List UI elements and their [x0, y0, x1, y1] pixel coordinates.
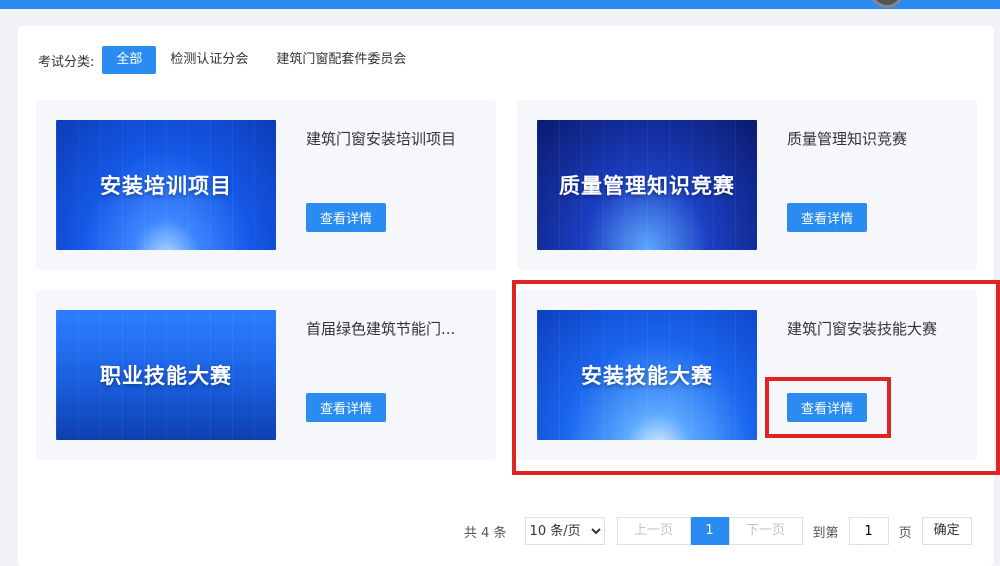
page-number-current[interactable]: 1	[690, 517, 729, 545]
pagination: 共 4 条 10 条/页 上一页 1 下一页 到第 页 确定	[464, 516, 972, 546]
view-details-button[interactable]: 查看详情	[306, 393, 386, 422]
thumbnail-text: 安装培训项目	[100, 174, 232, 198]
filter-label: 考试分类:	[38, 54, 95, 70]
card-thumbnail[interactable]: 质量管理知识竞赛	[537, 120, 757, 250]
highlight-box-button	[765, 377, 891, 438]
confirm-button[interactable]: 确定	[921, 517, 972, 545]
view-details-button[interactable]: 查看详情	[787, 203, 867, 232]
card-title[interactable]: 首届绿色建筑节能门...	[306, 318, 476, 339]
card-thumbnail[interactable]: 安装培训项目	[56, 120, 276, 250]
category-filter: 考试分类: 全部 检测认证分会 建筑门窗配套件委员会	[38, 46, 420, 74]
exam-card: 职业技能大赛 首届绿色建筑节能门... 查看详情	[36, 290, 496, 460]
view-details-button[interactable]: 查看详情	[306, 203, 386, 232]
total-count: 共 4 条	[464, 525, 507, 541]
filter-option-fittings-committee[interactable]: 建筑门窗配套件委员会	[262, 46, 420, 74]
avatar[interactable]	[870, 0, 904, 8]
next-page-button[interactable]: 下一页	[728, 517, 803, 545]
prev-page-button[interactable]: 上一页	[616, 517, 691, 545]
highlight-box-card	[512, 280, 1000, 475]
top-bar	[0, 0, 1000, 9]
goto-suffix: 页	[898, 525, 912, 541]
goto-prefix: 到第	[812, 525, 839, 541]
card-thumbnail[interactable]: 职业技能大赛	[56, 310, 276, 440]
thumbnail-text: 质量管理知识竞赛	[559, 174, 735, 198]
goto-page-input[interactable]	[848, 517, 889, 545]
filter-option-all[interactable]: 全部	[102, 46, 157, 74]
page-size-select[interactable]: 10 条/页	[524, 517, 605, 545]
card-title[interactable]: 质量管理知识竞赛	[787, 128, 957, 149]
card-title[interactable]: 建筑门窗安装培训项目	[306, 128, 476, 149]
thumbnail-text: 职业技能大赛	[100, 364, 232, 388]
exam-card: 安装培训项目 建筑门窗安装培训项目 查看详情	[36, 100, 496, 270]
filter-option-testing-cert[interactable]: 检测认证分会	[156, 46, 262, 74]
exam-card: 质量管理知识竞赛 质量管理知识竞赛 查看详情	[517, 100, 977, 270]
